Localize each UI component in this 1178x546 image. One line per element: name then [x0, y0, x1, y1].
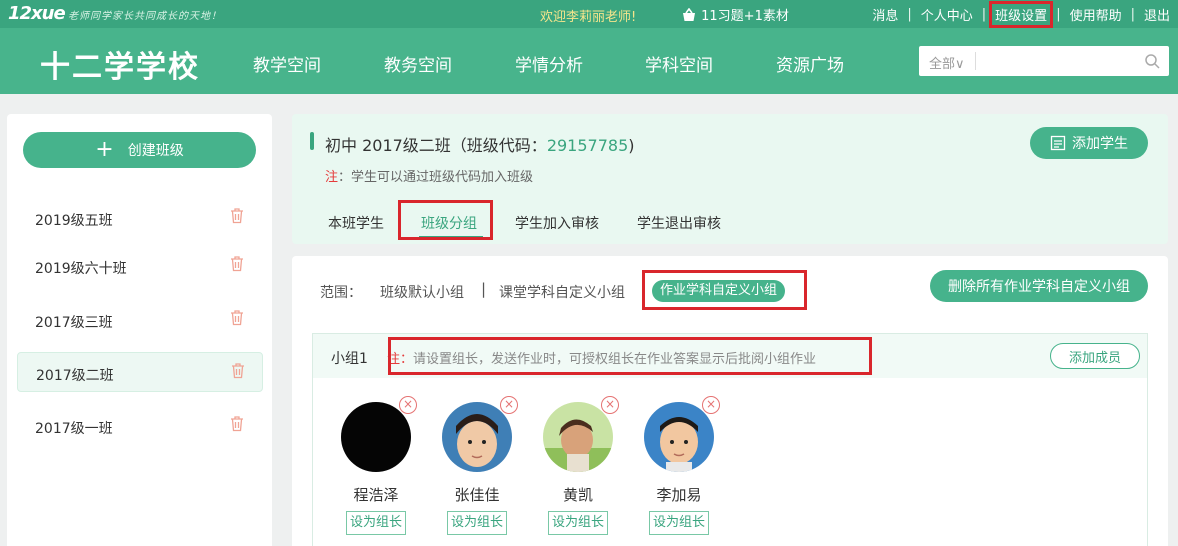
create-class-label: 创建班级: [127, 143, 184, 159]
profile-link[interactable]: 个人中心: [919, 5, 975, 24]
class-sidebar: + 创建班级 2019级五班 2019级六十班 2017级三班 2017级二班 …: [7, 114, 272, 546]
logout-link[interactable]: 退出: [1142, 5, 1172, 24]
delete-all-label: 删除所有作业学科自定义小组: [948, 279, 1130, 295]
nav-subject-space[interactable]: 学科空间: [645, 51, 713, 76]
top-links: 消息 | 个人中心 | 班级设置 | 使用帮助 | 退出: [870, 1, 1172, 28]
class-item[interactable]: 2019级五班: [17, 198, 263, 238]
member-name: 程浩泽: [353, 486, 399, 504]
class-code-note: 注：学生可以通过班级代码加入班级: [325, 166, 533, 185]
scope-label: 范围：: [320, 285, 362, 301]
highlight-box: [388, 337, 872, 375]
avatar: [341, 402, 411, 472]
class-name: 2017级一班: [35, 421, 113, 437]
scope-default-groups[interactable]: 班级默认小组: [380, 282, 464, 302]
group-member: × 程浩泽 设为组长: [333, 396, 423, 542]
search-box: 全部∨: [919, 46, 1169, 76]
school-name: 十二学学校: [40, 50, 200, 85]
class-title-prefix: 初中 2017级二班（班级代码：: [325, 136, 547, 155]
member-name: 黄凯: [562, 486, 593, 504]
add-member-label: 添加成员: [1068, 350, 1121, 366]
remove-member-icon[interactable]: ×: [601, 396, 619, 414]
group-member: × 张佳佳 设为组长: [434, 396, 524, 542]
member-name: 李加易: [656, 486, 702, 504]
help-link[interactable]: 使用帮助: [1068, 5, 1124, 24]
search-scope-value: 全部: [929, 57, 956, 72]
search-input[interactable]: [979, 49, 1129, 73]
site-logo[interactable]: 12xue: [8, 3, 66, 24]
set-leader-button[interactable]: 设为组长: [447, 511, 507, 535]
trash-icon[interactable]: [230, 208, 244, 224]
tab-exit-review[interactable]: 学生退出审核: [637, 213, 721, 233]
link-separator: |: [981, 7, 987, 22]
nav-learning-analysis[interactable]: 学情分析: [515, 51, 583, 76]
class-settings-link[interactable]: 班级设置: [989, 1, 1054, 28]
add-student-label: 添加学生: [1072, 136, 1128, 152]
site-slogan: 老师同学家长共同成长的天地！: [68, 11, 222, 22]
search-scope-select[interactable]: 全部∨: [929, 53, 965, 72]
class-title-suffix: ): [628, 136, 635, 155]
trash-icon[interactable]: [230, 416, 244, 432]
group-panel: 小组1 注：请设置组长，发送作业时，可授权组长在作业答案显示后批阅小组作业 添加…: [312, 333, 1148, 546]
search-divider: [975, 52, 976, 70]
group-card: 范围： 班级默认小组 | 课堂学科自定义小组 作业学科自定义小组 删除所有作业学…: [292, 256, 1168, 546]
delete-all-groups-button[interactable]: 删除所有作业学科自定义小组: [930, 270, 1148, 302]
member-name: 张佳佳: [454, 486, 500, 504]
class-item[interactable]: 2017级三班: [17, 300, 263, 340]
group-member: × 李加易 设为组长: [636, 396, 726, 542]
nav-academic-affairs[interactable]: 教务空间: [384, 51, 452, 76]
class-item-active[interactable]: 2017级二班: [17, 352, 263, 392]
set-leader-button[interactable]: 设为组长: [346, 511, 406, 535]
add-member-button[interactable]: 添加成员: [1050, 343, 1140, 369]
class-item[interactable]: 2019级六十班: [17, 246, 263, 286]
group-member: × 黄凯 设为组长: [535, 396, 625, 542]
top-bar: 12xue 老师同学家长共同成长的天地！ 欢迎李莉丽老师! 11习题+1素材 消…: [0, 0, 1178, 28]
main-nav: 十二学学校 教学空间 教务空间 学情分析 学科空间 资源广场 全部∨: [0, 28, 1178, 94]
remove-member-icon[interactable]: ×: [399, 396, 417, 414]
class-name: 2019级五班: [35, 213, 113, 229]
class-name: 2019级六十班: [35, 261, 127, 277]
scope-classroom-groups[interactable]: 课堂学科自定义小组: [499, 282, 625, 302]
link-separator: |: [1056, 7, 1061, 22]
nav-resource-square[interactable]: 资源广场: [776, 51, 844, 76]
avatar: [442, 402, 512, 472]
class-header-card: 初中 2017级二班（班级代码：29157785) 注：学生可以通过班级代码加入…: [292, 114, 1168, 244]
messages-link[interactable]: 消息: [870, 5, 900, 24]
search-icon[interactable]: [1144, 53, 1160, 69]
create-class-button[interactable]: + 创建班级: [23, 132, 256, 168]
exercise-basket[interactable]: 11习题+1素材: [681, 5, 789, 24]
trash-icon[interactable]: [230, 256, 244, 272]
class-item[interactable]: 2017级一班: [17, 406, 263, 446]
chevron-down-icon: ∨: [955, 57, 965, 72]
class-code: 29157785: [546, 136, 629, 155]
highlight-box: [398, 200, 493, 240]
nav-teaching-space[interactable]: 教学空间: [253, 51, 321, 76]
basket-icon: [683, 8, 695, 21]
trash-icon[interactable]: [230, 310, 244, 326]
basket-count: 11习题+1素材: [701, 9, 789, 24]
welcome-text: 欢迎李莉丽老师!: [540, 10, 637, 25]
avatar: [543, 402, 613, 472]
avatar: [644, 402, 714, 472]
set-leader-button[interactable]: 设为组长: [548, 511, 608, 535]
note-text: ：学生可以通过班级代码加入班级: [338, 170, 534, 185]
class-name: 2017级二班: [36, 368, 114, 384]
link-separator: |: [907, 7, 912, 22]
trash-icon[interactable]: [231, 363, 245, 379]
class-name: 2017级三班: [35, 315, 113, 331]
remove-member-icon[interactable]: ×: [500, 396, 518, 414]
group-name: 小组1: [331, 351, 368, 367]
highlight-box: [642, 270, 807, 310]
add-student-button[interactable]: 添加学生: [1030, 127, 1148, 159]
add-student-icon: [1050, 135, 1066, 151]
scope-separator: |: [481, 280, 487, 298]
class-title: 初中 2017级二班（班级代码：29157785): [325, 132, 635, 156]
remove-member-icon[interactable]: ×: [702, 396, 720, 414]
tab-class-students[interactable]: 本班学生: [328, 213, 384, 233]
tab-join-review[interactable]: 学生加入审核: [515, 213, 599, 233]
title-accent-bar: [310, 132, 314, 150]
plus-icon: +: [95, 137, 114, 162]
link-separator: |: [1130, 7, 1135, 22]
note-mark: 注: [325, 170, 339, 185]
set-leader-button[interactable]: 设为组长: [649, 511, 709, 535]
